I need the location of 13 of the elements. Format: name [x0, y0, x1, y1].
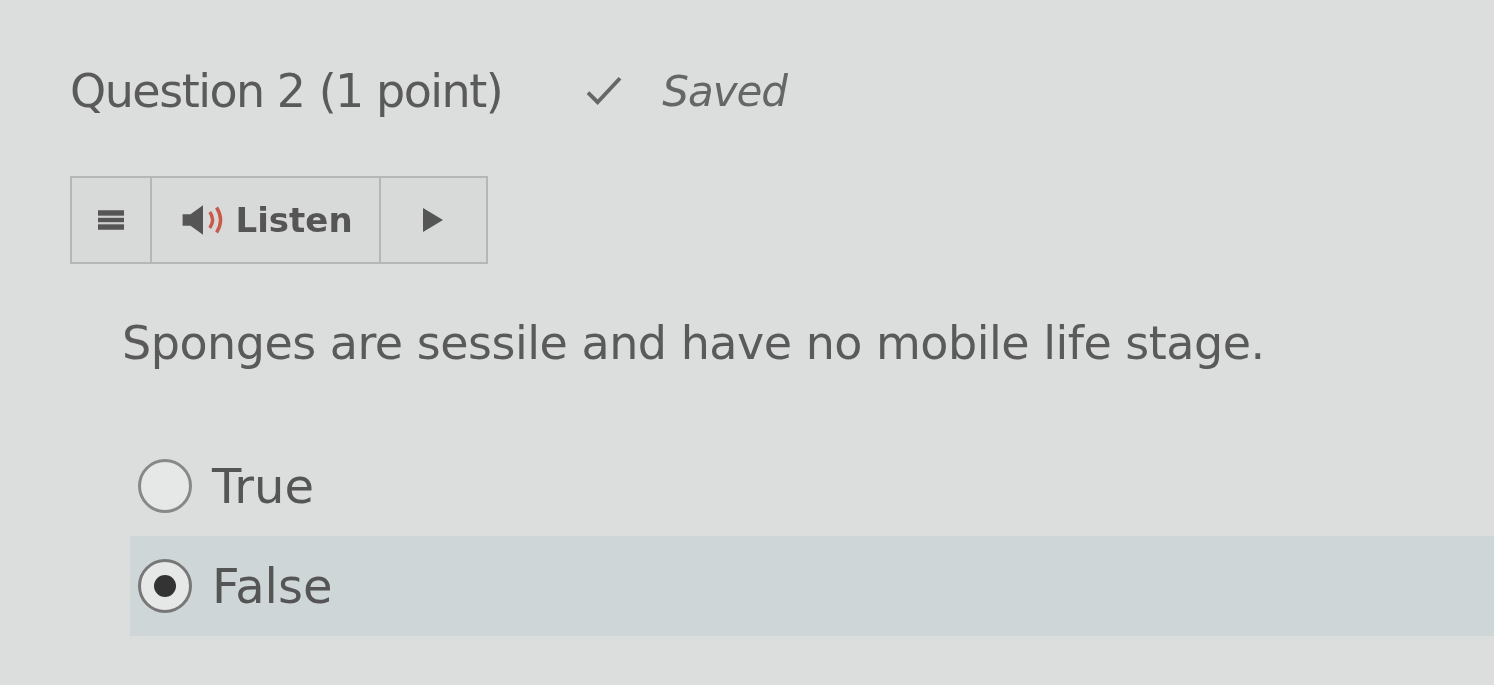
question-title: Question 2 — [70, 64, 305, 118]
question-points: (1 point) — [318, 64, 503, 118]
answer-label: True — [212, 458, 314, 514]
radio-button[interactable] — [138, 459, 192, 513]
question-text: Sponges are sessile and have no mobile life stage. — [122, 315, 1266, 372]
play-button[interactable] — [380, 176, 488, 264]
save-status: Saved — [662, 66, 787, 116]
menu-button[interactable] — [70, 176, 152, 264]
menu-icon — [97, 209, 124, 231]
radio-button[interactable] — [138, 559, 192, 613]
answer-label: False — [212, 558, 333, 614]
listen-button[interactable]: Listen — [151, 176, 381, 264]
play-icon — [423, 208, 444, 232]
